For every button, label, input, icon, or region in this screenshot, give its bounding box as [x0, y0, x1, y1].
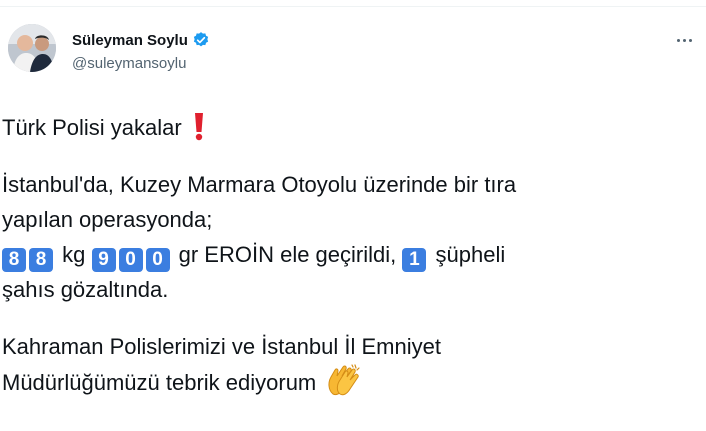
keycap-digit: 8: [2, 248, 26, 272]
red-exclamation-icon: [194, 113, 203, 141]
tweet-line-1: Türk Polisi yakalar: [2, 110, 702, 145]
tweet-line-7: Müdürlüğümüzü tebrik ediyorum: [2, 364, 702, 400]
keycap-digit: 8: [29, 248, 53, 272]
avatar[interactable]: [8, 24, 56, 72]
tweet-line-3: yapılan operasyonda;: [2, 207, 213, 232]
tweet-line-2: İstanbul'da, Kuzey Marmara Otoyolu üzeri…: [2, 172, 517, 197]
author-handle[interactable]: @suleymansoylu: [72, 55, 186, 72]
tweet-text: Türk Polisi yakalar İstanbul'da, Kuzey M…: [2, 110, 702, 400]
author-name-row[interactable]: Süleyman Soylu: [72, 31, 210, 49]
seizure-text: gr EROİN ele geçirildi,: [178, 242, 397, 267]
tweet-line-4: 88 kg 900 gr EROİN ele geçirildi, 1 şüph…: [2, 237, 702, 272]
avatar-photo: [8, 24, 56, 72]
more-options-icon[interactable]: [672, 30, 696, 50]
keycap-digit: 0: [118, 248, 143, 272]
keycap-digit: 0: [145, 248, 170, 272]
tweet-line-5: şahıs gözaltında.: [2, 277, 169, 302]
congrats-text: Müdürlüğümüzü tebrik ediyorum: [2, 370, 317, 395]
keycap-digit: 9: [91, 248, 116, 272]
author-name[interactable]: Süleyman Soylu: [72, 32, 188, 49]
verified-badge-icon: [193, 32, 208, 47]
kg-unit: kg: [62, 242, 86, 267]
clapping-hands-icon: [328, 364, 360, 396]
suspect-text: şüpheli: [435, 242, 506, 267]
keycap-digit: 1: [402, 248, 427, 272]
tweet-headline: Türk Polisi yakalar: [2, 115, 182, 140]
tweet-line-6: Kahraman Polislerimizi ve İstanbul İl Em…: [2, 334, 441, 359]
top-divider: [0, 6, 706, 7]
